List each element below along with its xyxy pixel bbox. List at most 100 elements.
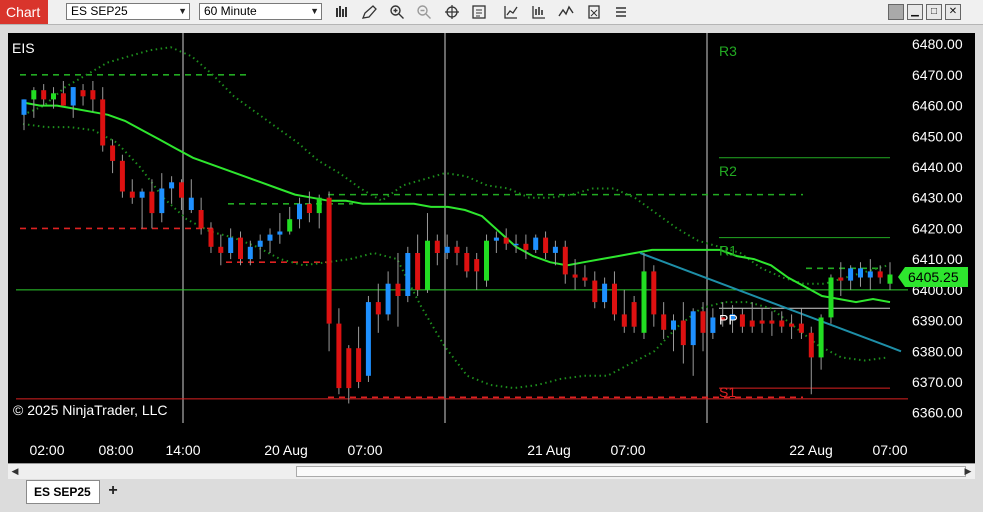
candle-body: [169, 182, 175, 189]
candle-body: [346, 348, 352, 389]
scroll-right-icon[interactable]: ▶: [961, 464, 975, 479]
candle-body: [159, 188, 165, 214]
candle-body: [523, 243, 529, 250]
candle-body: [533, 237, 539, 250]
instrument-selector[interactable]: ES SEP25 ▼: [66, 3, 190, 20]
chart-panel[interactable]: 6480.00 6470.00 6460.00 6450.00 6440.00 6430.…: [8, 33, 975, 479]
bar-style-icon[interactable]: [334, 4, 350, 20]
crosshair-icon[interactable]: [444, 4, 460, 20]
candle-body: [385, 283, 391, 315]
indicators-icon[interactable]: [503, 4, 519, 20]
candle-body: [710, 317, 716, 333]
scrollbar-thumb[interactable]: [296, 466, 966, 477]
drawing-pencil-icon[interactable]: [361, 4, 377, 20]
candle-body: [808, 332, 814, 358]
y-tick-label: 6450.00: [912, 128, 963, 144]
candle-body: [828, 277, 834, 318]
chart-window-tab[interactable]: Chart: [0, 0, 48, 24]
candle-body: [858, 268, 863, 278]
candle-body: [671, 320, 676, 330]
candle-body: [848, 268, 854, 281]
x-tick-label: 21 Aug: [527, 442, 571, 458]
x-tick-label: 07:00: [872, 442, 907, 458]
pivot-label-r2: R2: [719, 163, 737, 179]
candle-body: [641, 271, 647, 333]
zoom-in-icon[interactable]: [389, 4, 405, 20]
add-tab-button[interactable]: +: [103, 481, 123, 501]
tab-bar: [0, 479, 983, 512]
pivot-label-r3: R3: [719, 43, 737, 59]
candle-body: [425, 240, 430, 290]
candle-body: [139, 191, 145, 198]
candle-body: [759, 320, 765, 324]
price-chart[interactable]: 6480.00 6470.00 6460.00 6450.00 6440.00 6430.…: [8, 33, 975, 463]
y-tick-label: 6420.00: [912, 220, 963, 236]
instrument-value: ES SEP25: [71, 4, 128, 18]
y-tick-label: 6380.00: [912, 343, 963, 359]
candle-body: [454, 246, 460, 253]
candle-body: [336, 323, 342, 389]
minimize-icon[interactable]: ▁: [907, 4, 923, 20]
candle-body: [434, 240, 440, 253]
candle-body: [119, 160, 125, 192]
candle-body: [602, 283, 608, 303]
y-tick-label: 6460.00: [912, 98, 963, 114]
candle-body: [21, 99, 27, 115]
scroll-left-icon[interactable]: ◀: [8, 464, 22, 479]
y-tick-label: 6370.00: [912, 374, 963, 390]
pivot-label-r1: R1: [719, 243, 737, 259]
candle-body: [80, 90, 86, 97]
zoom-out-icon[interactable]: [416, 4, 432, 20]
x-tick-label: 07:00: [347, 442, 382, 458]
interval-selector[interactable]: 60 Minute ▼: [199, 3, 322, 20]
candle-body: [690, 311, 696, 346]
candle-body: [90, 90, 96, 100]
data-box-icon[interactable]: [471, 4, 487, 20]
properties-icon[interactable]: [613, 4, 629, 20]
templates-icon[interactable]: [586, 4, 602, 20]
tab-es-sep25[interactable]: ES SEP25: [26, 480, 100, 504]
candle-body: [572, 274, 578, 278]
close-icon[interactable]: ✕: [945, 4, 961, 20]
candle-body: [110, 145, 116, 161]
candle-body: [818, 317, 824, 358]
candle-body: [287, 219, 293, 232]
candle-body: [464, 253, 470, 272]
candle-body: [238, 237, 243, 260]
candle-body: [149, 191, 155, 214]
candle-body: [631, 302, 637, 327]
x-tick-label: 14:00: [165, 442, 200, 458]
candle-body: [129, 191, 135, 198]
copyright-label: © 2025 NinjaTrader, LLC: [13, 402, 168, 418]
chevron-down-icon: ▼: [178, 6, 187, 16]
pivot-label-pp: PP: [719, 311, 738, 327]
candle-body: [769, 320, 775, 324]
y-tick-label: 6410.00: [912, 251, 963, 267]
candle-body: [70, 87, 76, 106]
candle-body: [218, 246, 224, 253]
candle-body: [326, 197, 332, 324]
candle-body: [267, 234, 273, 241]
candle-body: [621, 314, 627, 327]
instrument-label: EIS: [12, 40, 35, 56]
candle-body: [100, 99, 106, 146]
maximize-icon[interactable]: □: [926, 4, 942, 20]
current-price-label: 6405.25: [908, 269, 959, 285]
trade-icon[interactable]: [558, 4, 574, 20]
strategies-icon[interactable]: [531, 4, 547, 20]
horizontal-scrollbar[interactable]: ◀ ▶: [8, 463, 975, 479]
candle-body: [749, 320, 755, 327]
candle-body: [493, 237, 499, 241]
candle-body: [41, 90, 47, 100]
chart-toolbar: Chart ES SEP25 ▼ 60 Minute ▼ ▁ □ ✕: [0, 0, 983, 25]
candle-body: [415, 253, 421, 290]
candle-body: [60, 93, 66, 106]
candle-body: [247, 246, 253, 260]
candle-body: [798, 323, 804, 333]
x-tick-label: 20 Aug: [264, 442, 308, 458]
window-gray-icon[interactable]: [888, 4, 904, 20]
candle-body: [306, 203, 312, 213]
candle-body: [562, 246, 568, 275]
y-tick-label: 6440.00: [912, 159, 963, 175]
candle-body: [51, 93, 56, 100]
